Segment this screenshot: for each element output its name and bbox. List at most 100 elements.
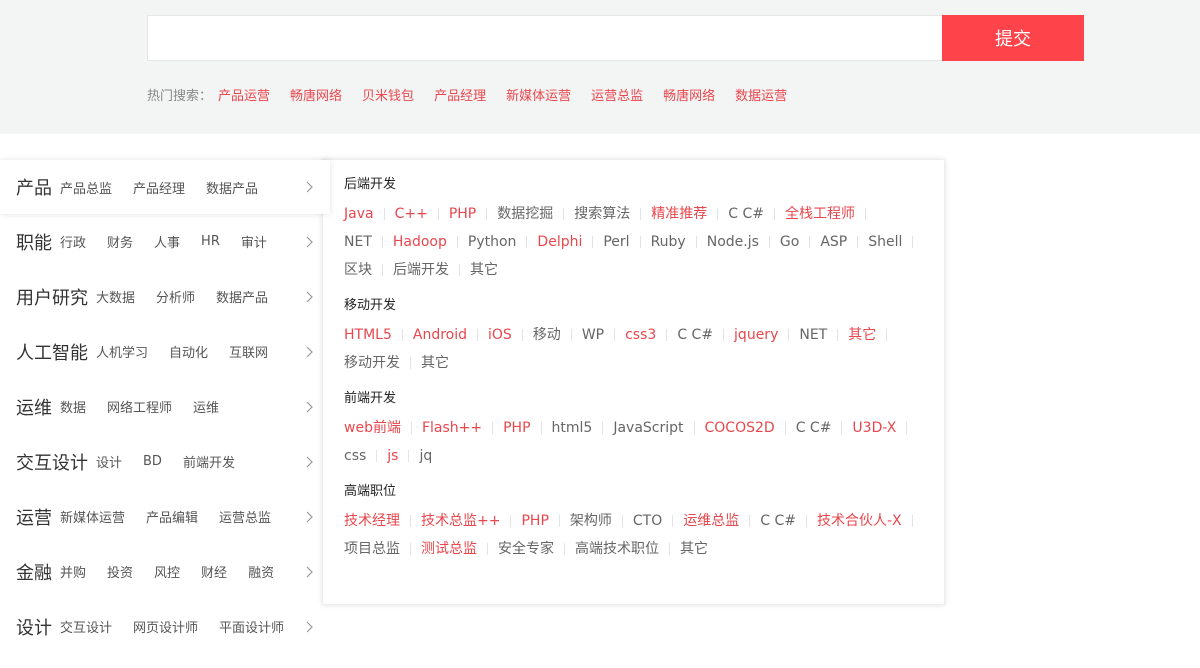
tag-link[interactable]: 运维总监 — [683, 507, 760, 535]
tag-label[interactable]: Ruby — [651, 228, 686, 256]
tag-label[interactable]: 精准推荐 — [651, 200, 707, 228]
tag-link[interactable]: 数据挖掘 — [497, 200, 574, 228]
tag-label[interactable]: JavaScript — [613, 414, 683, 442]
category-title[interactable]: 运维 — [16, 394, 52, 420]
category-item[interactable]: 产品 产品总监 产品经理 数据产品 — [0, 160, 330, 214]
tag-link[interactable]: 区块 — [344, 256, 393, 284]
subcategory-link[interactable]: 大数据 — [96, 287, 135, 306]
category-item[interactable]: 用户研究 大数据 分析师 数据产品 — [0, 269, 322, 324]
tag-link[interactable]: 技术经理 — [344, 507, 421, 535]
tag-link[interactable]: PHP — [449, 200, 497, 228]
tag-link[interactable]: WP — [582, 321, 625, 349]
tag-label[interactable]: Shell — [868, 228, 902, 256]
tag-link[interactable]: PHP — [521, 507, 569, 535]
subcategory-link[interactable]: 网页设计师 — [133, 617, 198, 636]
tag-link[interactable]: Android — [413, 321, 488, 349]
tag-link[interactable]: css — [344, 442, 387, 470]
tag-label[interactable]: PHP — [449, 200, 476, 228]
tag-label[interactable]: css — [344, 442, 366, 470]
search-input[interactable] — [147, 15, 942, 61]
tag-label[interactable]: Perl — [603, 228, 629, 256]
hot-search-link[interactable]: 畅唐网络 — [663, 85, 715, 104]
tag-label[interactable]: 其它 — [470, 256, 498, 284]
tag-label[interactable]: 架构师 — [570, 507, 612, 535]
tag-link[interactable]: 高端技术职位 — [575, 535, 680, 563]
tag-link[interactable]: C C# — [728, 200, 785, 228]
tag-link[interactable]: 技术合伙人-X — [817, 507, 923, 535]
tag-link[interactable]: C C# — [796, 414, 853, 442]
category-title[interactable]: 产品 — [16, 174, 52, 200]
tag-link[interactable]: Hadoop — [393, 228, 468, 256]
tag-label[interactable]: Flash++ — [422, 414, 482, 442]
tag-label[interactable]: 高端技术职位 — [575, 535, 659, 563]
tag-link[interactable]: CTO — [633, 507, 683, 535]
tag-label[interactable]: HTML5 — [344, 321, 392, 349]
tag-label[interactable]: 运维总监 — [683, 507, 739, 535]
tag-link[interactable]: 测试总监 — [421, 535, 498, 563]
tag-label[interactable]: 移动开发 — [344, 349, 400, 377]
tag-link[interactable]: C C# — [760, 507, 817, 535]
tag-label[interactable]: 搜索算法 — [574, 200, 630, 228]
tag-label[interactable]: html5 — [552, 414, 593, 442]
tag-link[interactable]: 其它 — [470, 256, 498, 284]
tag-label[interactable]: 安全专家 — [498, 535, 554, 563]
tag-link[interactable]: Perl — [603, 228, 650, 256]
tag-label[interactable]: PHP — [521, 507, 548, 535]
subcategory-link[interactable]: 审计 — [241, 232, 267, 251]
tag-label[interactable]: U3D-X — [852, 414, 896, 442]
tag-link[interactable]: iOS — [488, 321, 533, 349]
tag-link[interactable]: 后端开发 — [393, 256, 470, 284]
subcategory-link[interactable]: 运营总监 — [219, 507, 271, 526]
tag-link[interactable]: jq — [419, 442, 432, 470]
tag-link[interactable]: Java — [344, 200, 395, 228]
subcategory-link[interactable]: 网络工程师 — [107, 397, 172, 416]
tag-link[interactable]: NET — [344, 228, 393, 256]
subcategory-link[interactable]: 交互设计 — [60, 617, 112, 636]
tag-label[interactable]: Go — [780, 228, 799, 256]
tag-label[interactable]: C C# — [760, 507, 796, 535]
tag-link[interactable]: Node.js — [707, 228, 780, 256]
tag-link[interactable]: js — [387, 442, 419, 470]
tag-link[interactable]: 移动开发 — [344, 349, 421, 377]
subcategory-link[interactable]: 产品经理 — [133, 178, 185, 197]
tag-link[interactable]: 技术总监++ — [421, 507, 521, 535]
tag-link[interactable]: Shell — [868, 228, 923, 256]
tag-label[interactable]: 全栈工程师 — [785, 200, 855, 228]
tag-label[interactable]: 其它 — [680, 535, 708, 563]
subcategory-link[interactable]: 新媒体运营 — [60, 507, 125, 526]
tag-label[interactable]: PHP — [503, 414, 530, 442]
tag-label[interactable]: C C# — [728, 200, 764, 228]
tag-label[interactable]: Delphi — [537, 228, 582, 256]
tag-link[interactable]: U3D-X — [852, 414, 917, 442]
tag-link[interactable]: web前端 — [344, 414, 422, 442]
tag-link[interactable]: Go — [780, 228, 820, 256]
tag-label[interactable]: 区块 — [344, 256, 372, 284]
tag-link[interactable]: HTML5 — [344, 321, 413, 349]
tag-label[interactable]: css3 — [625, 321, 656, 349]
hot-search-link[interactable]: 产品运营 — [218, 85, 270, 104]
subcategory-link[interactable]: 财经 — [201, 562, 227, 581]
subcategory-link[interactable]: 融资 — [248, 562, 274, 581]
tag-label[interactable]: 后端开发 — [393, 256, 449, 284]
tag-label[interactable]: 其它 — [421, 349, 449, 377]
tag-label[interactable]: CTO — [633, 507, 662, 535]
tag-label[interactable]: Python — [468, 228, 517, 256]
hot-search-link[interactable]: 贝米钱包 — [362, 85, 414, 104]
category-item[interactable]: 职能 行政 财务 人事 HR 审计 — [0, 214, 322, 269]
tag-label[interactable]: 测试总监 — [421, 535, 477, 563]
subcategory-link[interactable]: 数据产品 — [216, 287, 268, 306]
tag-label[interactable]: 技术总监++ — [421, 507, 500, 535]
tag-link[interactable]: 项目总监 — [344, 535, 421, 563]
tag-link[interactable]: 安全专家 — [498, 535, 575, 563]
tag-link[interactable]: NET — [799, 321, 848, 349]
tag-label[interactable]: C++ — [395, 200, 428, 228]
subcategory-link[interactable]: BD — [143, 454, 162, 469]
tag-label[interactable]: COCOS2D — [705, 414, 775, 442]
category-title[interactable]: 设计 — [16, 614, 52, 640]
tag-label[interactable]: NET — [799, 321, 827, 349]
hot-search-link[interactable]: 新媒体运营 — [506, 85, 571, 104]
subcategory-link[interactable]: 前端开发 — [183, 452, 235, 471]
hot-search-link[interactable]: 数据运营 — [735, 85, 787, 104]
tag-link[interactable]: 精准推荐 — [651, 200, 728, 228]
tag-link[interactable]: html5 — [552, 414, 614, 442]
